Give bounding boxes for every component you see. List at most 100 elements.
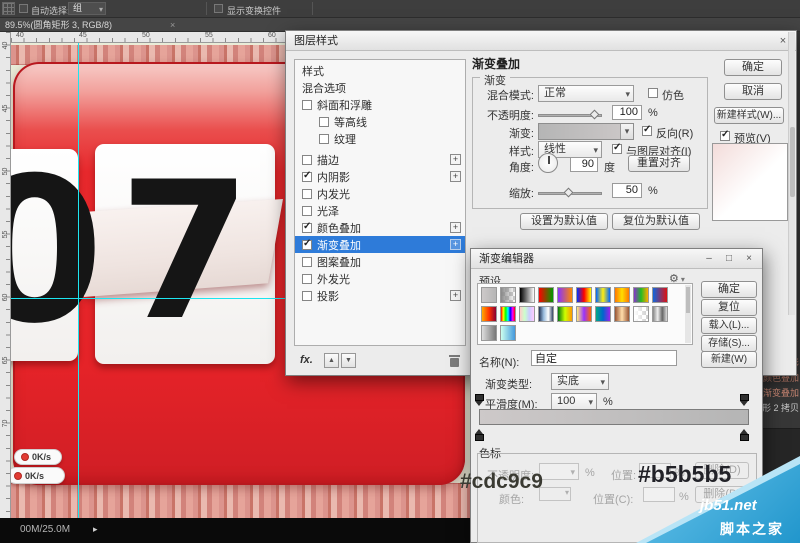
effect-checkbox[interactable] xyxy=(302,205,312,216)
scrollbar-thumb[interactable] xyxy=(790,127,795,197)
opacity-value[interactable]: 100 xyxy=(612,105,642,120)
add-effect-icon[interactable]: + xyxy=(450,171,461,182)
effect-checkbox[interactable] xyxy=(319,133,329,144)
auto-select-checkbox[interactable] xyxy=(19,4,28,13)
style-list-item-9[interactable]: 颜色叠加 + xyxy=(295,219,465,236)
gradient-preset-4[interactable] xyxy=(557,287,573,303)
opacity-stop-left[interactable] xyxy=(475,394,484,407)
name-input[interactable] xyxy=(531,350,677,366)
ok-button[interactable]: 确定 xyxy=(724,59,782,76)
dialog-titlebar[interactable]: 渐变编辑器 xyxy=(471,249,762,269)
gradient-preset-6[interactable] xyxy=(595,287,611,303)
gradient-preset-8[interactable] xyxy=(633,287,649,303)
reset-default-button[interactable]: 复位为默认值 xyxy=(612,213,700,230)
dither-checkbox[interactable] xyxy=(648,88,658,98)
color-stop-left[interactable] xyxy=(475,428,484,441)
opacity-slider[interactable] xyxy=(538,109,602,120)
angle-value[interactable]: 90 xyxy=(570,157,598,172)
gradient-preset-7[interactable] xyxy=(614,287,630,303)
color-stop-right[interactable] xyxy=(740,428,749,441)
gradient-preset-18[interactable] xyxy=(633,306,649,322)
layer-effect-item[interactable]: 渐变叠加 xyxy=(763,386,799,401)
status-arrow-icon[interactable]: ▸ xyxy=(93,524,98,535)
effect-checkbox[interactable] xyxy=(302,188,312,199)
gradient-type-select[interactable]: 实底 xyxy=(551,373,609,390)
ok-button[interactable]: 确定 xyxy=(701,281,757,298)
style-list-item-12[interactable]: 外发光 xyxy=(295,270,465,287)
opacity-stop-right[interactable] xyxy=(740,394,749,407)
close-icon[interactable]: × xyxy=(742,252,756,266)
move-effect-up-icon[interactable]: ▲ xyxy=(324,353,339,368)
style-list-item-5[interactable]: 描边 + xyxy=(295,151,465,168)
move-effect-down-icon[interactable]: ▼ xyxy=(341,353,356,368)
style-list-scrollbar[interactable] xyxy=(788,32,795,315)
tab-close-icon[interactable]: × xyxy=(170,18,175,32)
style-list-item-8[interactable]: 光泽 xyxy=(295,202,465,219)
effect-checkbox[interactable] xyxy=(302,273,312,284)
effect-checkbox[interactable] xyxy=(319,116,329,127)
save-button[interactable]: 存储(S)... xyxy=(701,335,757,352)
effect-checkbox[interactable] xyxy=(302,170,312,182)
new-style-button[interactable]: 新建样式(W)... xyxy=(714,107,784,124)
angle-dial[interactable] xyxy=(538,153,558,173)
style-list-item-3[interactable]: 等高线 xyxy=(295,113,465,130)
blend-mode-select[interactable]: 正常 xyxy=(538,85,634,102)
gradient-preset-9[interactable] xyxy=(652,287,668,303)
gradient-preset-17[interactable] xyxy=(614,306,630,322)
chevron-down-icon[interactable]: ▾ xyxy=(620,124,633,139)
style-list-item-0[interactable]: 样式 xyxy=(295,62,465,79)
style-list-item-13[interactable]: 投影 + xyxy=(295,287,465,304)
effect-checkbox[interactable] xyxy=(302,238,312,250)
gradient-preset-2[interactable] xyxy=(519,287,535,303)
cancel-button[interactable]: 取消 xyxy=(724,83,782,100)
auto-select-dropdown[interactable]: 组 xyxy=(68,2,106,15)
style-list-item-1[interactable]: 混合选项 xyxy=(295,79,465,96)
style-list-item-6[interactable]: 内阴影 + xyxy=(295,168,465,185)
set-default-button[interactable]: 设置为默认值 xyxy=(520,213,608,230)
fx-icon[interactable]: fx. xyxy=(300,354,313,366)
preview-checkbox[interactable] xyxy=(720,129,730,141)
reset-button[interactable]: 复位 xyxy=(701,299,757,316)
maximize-icon[interactable]: □ xyxy=(722,252,736,266)
gradient-preset-16[interactable] xyxy=(595,306,611,322)
gradient-preset-19[interactable] xyxy=(652,306,668,322)
add-effect-icon[interactable]: + xyxy=(450,222,461,233)
effect-checkbox[interactable] xyxy=(302,99,312,110)
style-list-item-7[interactable]: 内发光 xyxy=(295,185,465,202)
smoothness-select[interactable]: 100 xyxy=(551,393,597,410)
scale-slider[interactable] xyxy=(538,187,602,198)
gradient-preset-1[interactable] xyxy=(500,287,516,303)
align-checkbox[interactable] xyxy=(612,142,622,154)
scale-value[interactable]: 50 xyxy=(612,183,642,198)
gradient-preset-11[interactable] xyxy=(500,306,516,322)
new-button[interactable]: 新建(W) xyxy=(701,351,757,368)
style-list-item-10[interactable]: 渐变叠加 + xyxy=(295,236,465,253)
presets-scrollbar[interactable] xyxy=(685,285,691,343)
dialog-titlebar[interactable]: 图层样式 xyxy=(286,31,796,51)
reset-align-button[interactable]: 重置对齐 xyxy=(628,155,690,172)
delete-effect-icon[interactable] xyxy=(449,354,460,367)
style-list-item-2[interactable]: 斜面和浮雕 xyxy=(295,96,465,113)
scrollbar-thumb[interactable] xyxy=(686,287,690,313)
ruler-vertical[interactable]: 40 45 50 55 60 65 70 xyxy=(0,32,11,518)
gradient-preset-15[interactable] xyxy=(576,306,592,322)
effect-checkbox[interactable] xyxy=(302,256,312,267)
gradient-preset-0[interactable] xyxy=(481,287,497,303)
gradient-preset-5[interactable] xyxy=(576,287,592,303)
gradient-preset-14[interactable] xyxy=(557,306,573,322)
add-effect-icon[interactable]: + xyxy=(450,239,461,250)
minimize-icon[interactable]: – xyxy=(702,252,716,266)
gradient-preset-3[interactable] xyxy=(538,287,554,303)
guide-vertical[interactable] xyxy=(78,43,79,518)
gradient-preset-20[interactable] xyxy=(481,325,497,341)
style-list-item-4[interactable]: 纹理 xyxy=(295,130,465,147)
gradient-bar[interactable] xyxy=(479,409,749,425)
gradient-preset-13[interactable] xyxy=(538,306,554,322)
show-transform-checkbox[interactable] xyxy=(214,4,223,13)
gradient-preset-12[interactable] xyxy=(519,306,535,322)
reverse-checkbox[interactable] xyxy=(642,124,652,136)
gradient-preset-10[interactable] xyxy=(481,306,497,322)
document-title[interactable]: 89.5%(圆角矩形 3, RGB/8) xyxy=(5,18,112,32)
gradient-preset-21[interactable] xyxy=(500,325,516,341)
style-list-item-11[interactable]: 图案叠加 xyxy=(295,253,465,270)
